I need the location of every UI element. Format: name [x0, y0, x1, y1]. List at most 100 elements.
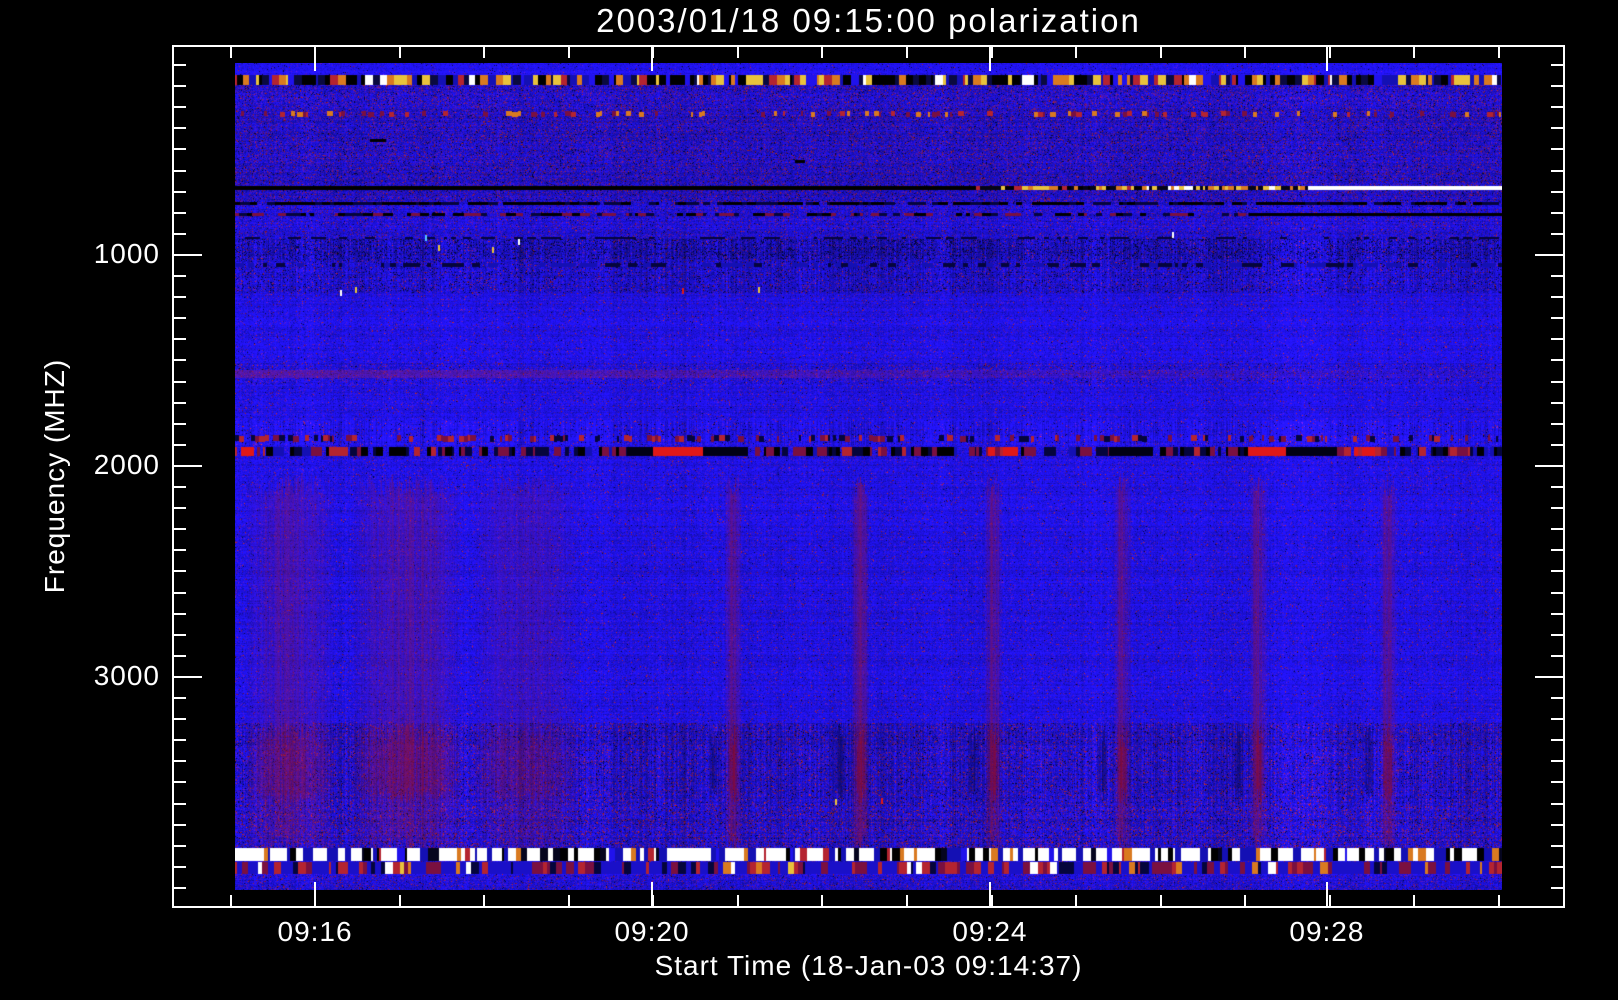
y-tick [1551, 718, 1565, 721]
x-tick [1413, 45, 1416, 58]
y-tick [1551, 190, 1565, 193]
x-tick [1244, 45, 1247, 58]
x-tick [1497, 45, 1500, 58]
y-tick [172, 85, 186, 88]
plot-frame [172, 45, 1565, 908]
y-tick [1551, 338, 1565, 341]
x-tick [398, 895, 401, 908]
y-tick [1551, 64, 1565, 67]
x-tick-label: 09:28 [1289, 916, 1365, 947]
y-tick [172, 570, 186, 573]
x-tick [1328, 895, 1331, 908]
y-tick [172, 591, 186, 594]
y-tick [1551, 549, 1565, 552]
x-tick [483, 895, 486, 908]
y-tick [1551, 443, 1565, 446]
y-tick [172, 718, 186, 721]
y-tick [172, 886, 186, 889]
y-tick [1551, 232, 1565, 235]
y-tick [1551, 591, 1565, 594]
x-tick [1328, 45, 1331, 58]
x-tick [736, 45, 739, 58]
y-tick [172, 844, 186, 847]
y-tick [172, 697, 186, 700]
y-tick [172, 275, 186, 278]
y-tick [1551, 296, 1565, 299]
y-tick-label: 2000 [93, 449, 160, 481]
x-tick [229, 895, 232, 908]
x-tick [905, 895, 908, 908]
x-tick-label: 09:24 [952, 916, 1028, 947]
y-tick [1551, 486, 1565, 489]
y-tick [1551, 380, 1565, 383]
y-tick [1551, 760, 1565, 763]
y-tick [172, 739, 186, 742]
y-tick [1551, 422, 1565, 425]
y-tick [1551, 697, 1565, 700]
y-tick [172, 317, 186, 320]
y-tick [1535, 465, 1565, 468]
x-tick [1413, 895, 1416, 908]
y-tick [1535, 254, 1565, 257]
x-tick-label: 09:20 [614, 916, 690, 947]
y-tick [172, 443, 186, 446]
spectrogram-page: 2003/01/18 09:15:00 polarization Frequen… [0, 0, 1618, 1000]
x-tick [567, 895, 570, 908]
x-tick [905, 45, 908, 58]
chart-title: 2003/01/18 09:15:00 polarization [596, 2, 1141, 39]
y-tick [1551, 359, 1565, 362]
y-tick [1551, 633, 1565, 636]
y-tick [172, 528, 186, 531]
y-tick [172, 190, 186, 193]
x-tick [1159, 895, 1162, 908]
x-tick-label: 09:16 [277, 916, 353, 947]
y-tick [172, 486, 186, 489]
x-axis-label: Start Time (18-Jan-03 09:14:37) [654, 950, 1083, 981]
x-tick [483, 45, 486, 58]
y-tick [1551, 169, 1565, 172]
y-tick [1551, 317, 1565, 320]
y-tick [1551, 654, 1565, 657]
y-tick [172, 359, 186, 362]
y-tick [172, 549, 186, 552]
y-tick [1551, 275, 1565, 278]
y-tick [172, 148, 186, 151]
y-tick [172, 633, 186, 636]
y-tick [172, 296, 186, 299]
y-tick-label: 3000 [93, 660, 160, 692]
x-tick [1159, 45, 1162, 58]
y-tick [172, 781, 186, 784]
y-tick [172, 654, 186, 657]
y-tick [1551, 570, 1565, 573]
y-tick [1551, 739, 1565, 742]
y-tick [172, 802, 186, 805]
y-tick [172, 254, 202, 257]
x-tick [314, 882, 317, 908]
x-tick [1497, 895, 1500, 908]
y-tick [172, 507, 186, 510]
y-tick [1551, 507, 1565, 510]
y-tick [172, 676, 202, 679]
y-tick [172, 823, 186, 826]
y-tick [172, 465, 202, 468]
y-tick [1551, 85, 1565, 88]
x-tick [736, 895, 739, 908]
y-tick [1551, 802, 1565, 805]
x-tick [229, 45, 232, 58]
x-tick [651, 882, 654, 908]
x-tick [567, 45, 570, 58]
y-tick [1551, 612, 1565, 615]
x-tick [1075, 895, 1078, 908]
y-tick [172, 64, 186, 67]
y-tick [172, 760, 186, 763]
x-tick [1244, 895, 1247, 908]
y-tick [172, 401, 186, 404]
x-tick [1325, 882, 1328, 908]
y-tick [172, 865, 186, 868]
y-tick [172, 106, 186, 109]
y-tick [1551, 865, 1565, 868]
y-tick [172, 338, 186, 341]
y-tick [1551, 401, 1565, 404]
y-tick [1551, 886, 1565, 889]
x-tick [1325, 45, 1328, 71]
